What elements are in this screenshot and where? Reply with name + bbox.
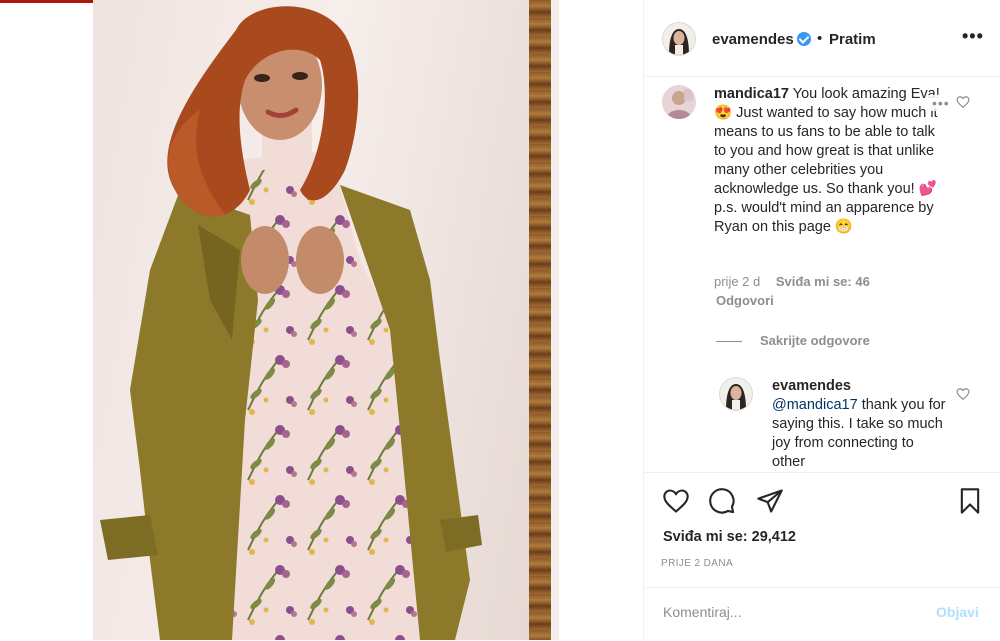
comment-like-heart-icon[interactable] bbox=[956, 95, 970, 109]
reply-username[interactable]: evamendes bbox=[772, 378, 851, 394]
author-username[interactable]: evamendes bbox=[712, 31, 794, 48]
reply-button[interactable]: Odgovori bbox=[716, 293, 774, 308]
separator-dot: • bbox=[817, 30, 823, 47]
follow-button[interactable]: Pratim bbox=[829, 31, 876, 48]
avatar-image-icon bbox=[662, 85, 696, 119]
comments-list[interactable]: mandica17 You look amazing Eva! 😍 Just w… bbox=[644, 77, 1000, 472]
post-comment-button[interactable]: Objavi bbox=[936, 604, 979, 620]
replies-divider bbox=[716, 341, 742, 342]
commenter-avatar[interactable] bbox=[662, 85, 696, 119]
comment-time: prije 2 d bbox=[714, 274, 761, 289]
reply-like-heart-icon[interactable] bbox=[956, 387, 970, 401]
post-sidebar: evamendes • Pratim ••• mandica17 You loo… bbox=[643, 0, 1000, 640]
verified-badge-icon bbox=[797, 32, 811, 46]
reply-mention-link[interactable]: @mandica17 bbox=[772, 397, 858, 413]
reply-author-avatar[interactable] bbox=[719, 377, 753, 411]
comment-composer: Komentiraj... Objavi bbox=[644, 587, 1000, 641]
post-header: evamendes • Pratim ••• bbox=[644, 0, 1000, 77]
reply-text: evamendes @mandica17 thank you for sayin… bbox=[772, 377, 947, 472]
comment-username[interactable]: mandica17 bbox=[714, 86, 789, 102]
avatar-image-icon bbox=[720, 378, 752, 410]
post-actions: Sviđa mi se: 29,412 PRIJE 2 DANA bbox=[644, 472, 1000, 593]
comment-meta: prije 2 d Sviđa mi se: 46 bbox=[714, 274, 870, 289]
bookmark-icon[interactable] bbox=[956, 487, 984, 515]
comment-icon[interactable] bbox=[708, 487, 736, 515]
post-timestamp[interactable]: PRIJE 2 DANA bbox=[661, 558, 733, 569]
post-photo[interactable] bbox=[0, 0, 643, 640]
comment-text: mandica17 You look amazing Eva! 😍 Just w… bbox=[714, 85, 942, 237]
heart-icon[interactable] bbox=[662, 487, 690, 515]
comment-input[interactable]: Komentiraj... bbox=[663, 604, 742, 620]
avatar-image-icon bbox=[663, 23, 695, 55]
hide-replies-button[interactable]: Sakrijte odgovore bbox=[760, 333, 870, 348]
comment-more-options-icon[interactable]: ••• bbox=[928, 95, 954, 111]
more-options-icon[interactable]: ••• bbox=[962, 26, 984, 47]
share-icon[interactable] bbox=[756, 487, 784, 515]
post-likes-count[interactable]: Sviđa mi se: 29,412 bbox=[663, 529, 796, 545]
photo-figure bbox=[100, 6, 482, 640]
comment-likes[interactable]: Sviđa mi se: 46 bbox=[776, 274, 870, 289]
comment-body: You look amazing Eva! 😍 Just wanted to s… bbox=[714, 86, 940, 235]
author-avatar[interactable] bbox=[662, 22, 696, 56]
